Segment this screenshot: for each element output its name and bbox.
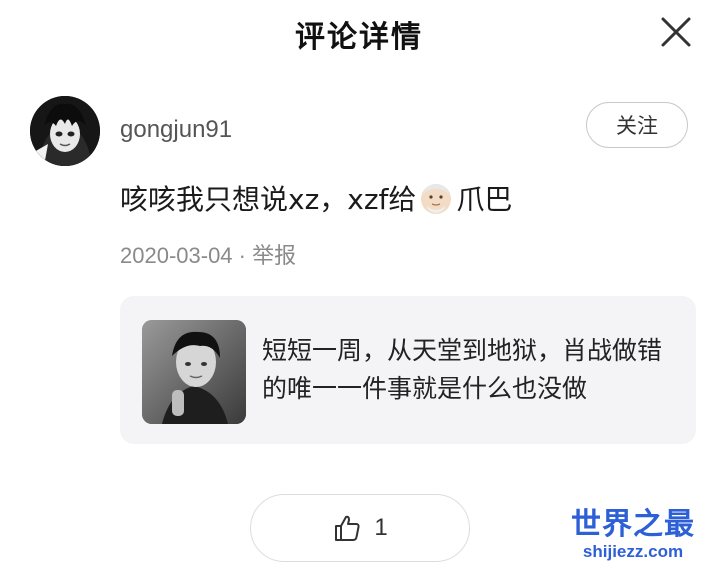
watermark-main-text: 世界之最 — [571, 507, 695, 542]
quoted-post-card[interactable]: 短短一周，从天堂到地狱，肖战做错的唯一一件事就是什么也没做 — [120, 296, 696, 444]
report-link[interactable]: 举报 — [252, 243, 296, 268]
old-man-face-emoji-icon — [421, 184, 452, 214]
anime-avatar-image — [30, 96, 100, 166]
watermark-url: shijiezz.com — [582, 542, 684, 561]
like-count: 1 — [374, 514, 388, 541]
comment-meta: 2020-03-04 · 举报 — [120, 238, 296, 270]
quoted-post-thumbnail — [142, 320, 246, 424]
close-icon — [661, 17, 691, 47]
thumbs-up-icon — [335, 515, 360, 541]
page-title: 评论详情 — [295, 20, 423, 55]
follow-button[interactable]: 关注 — [586, 102, 688, 148]
username[interactable]: gongjun91 — [120, 116, 232, 144]
meta-separator: · — [232, 243, 253, 268]
like-button[interactable]: 1 — [250, 494, 470, 562]
comment-text-part-2: 爪巴 — [456, 183, 513, 216]
comment-date: 2020-03-04 — [120, 243, 233, 268]
comment-text-part-1: 咳咳我只想说xz，xzf给 — [120, 183, 417, 216]
close-button[interactable] — [656, 12, 696, 52]
quoted-post-text: 短短一周，从天堂到地狱，肖战做错的唯一一件事就是什么也没做 — [262, 336, 663, 403]
avatar[interactable] — [30, 96, 100, 166]
portrait-photo-image — [142, 320, 246, 424]
site-watermark: 世界之最 shijiezz.com — [558, 508, 708, 562]
comment-text: 咳咳我只想说xz，xzf给 爪巴 — [120, 178, 512, 218]
